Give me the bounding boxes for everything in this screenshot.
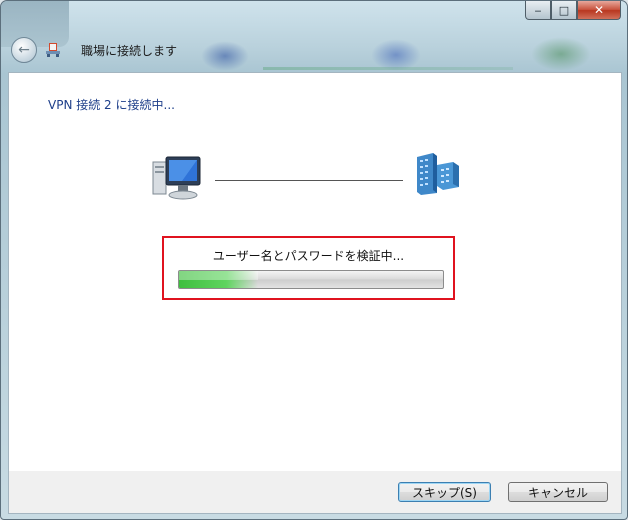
computer-icon: [152, 156, 201, 200]
connection-heading: VPN 接続 2 に接続中...: [48, 98, 175, 112]
glass-decoration: [531, 37, 591, 71]
glass-decoration: [263, 67, 513, 70]
connection-line: [215, 180, 403, 181]
window-title: 職場に接続します: [81, 44, 178, 58]
progress-label: ユーザー名とパスワードを検証中...: [212, 249, 405, 263]
close-button[interactable]: ✕: [577, 1, 621, 20]
back-button[interactable]: ←: [11, 37, 37, 63]
wizard-window: ‒ □ ✕ ← 職場に接続します VPN 接続 2 に接続中... ユーザー名と…: [0, 0, 628, 520]
progress-fill: [179, 271, 259, 288]
caption-buttons: ‒ □ ✕: [525, 1, 621, 20]
content-panel: VPN 接続 2 に接続中... ユーザー名とパスワードを検証中...: [8, 72, 622, 472]
network-connection-icon: [46, 43, 60, 57]
maximize-button[interactable]: □: [551, 1, 577, 20]
button-bar: スキップ(S) キャンセル: [8, 471, 622, 514]
glass-decoration: [201, 41, 249, 71]
progress-bar: [178, 270, 444, 289]
back-arrow-icon: ←: [18, 42, 30, 58]
cancel-button[interactable]: キャンセル: [508, 482, 608, 502]
skip-button[interactable]: スキップ(S): [398, 482, 491, 502]
minimize-button[interactable]: ‒: [525, 1, 551, 20]
verification-highlight: ユーザー名とパスワードを検証中...: [162, 236, 455, 300]
server-icon: [417, 153, 459, 195]
